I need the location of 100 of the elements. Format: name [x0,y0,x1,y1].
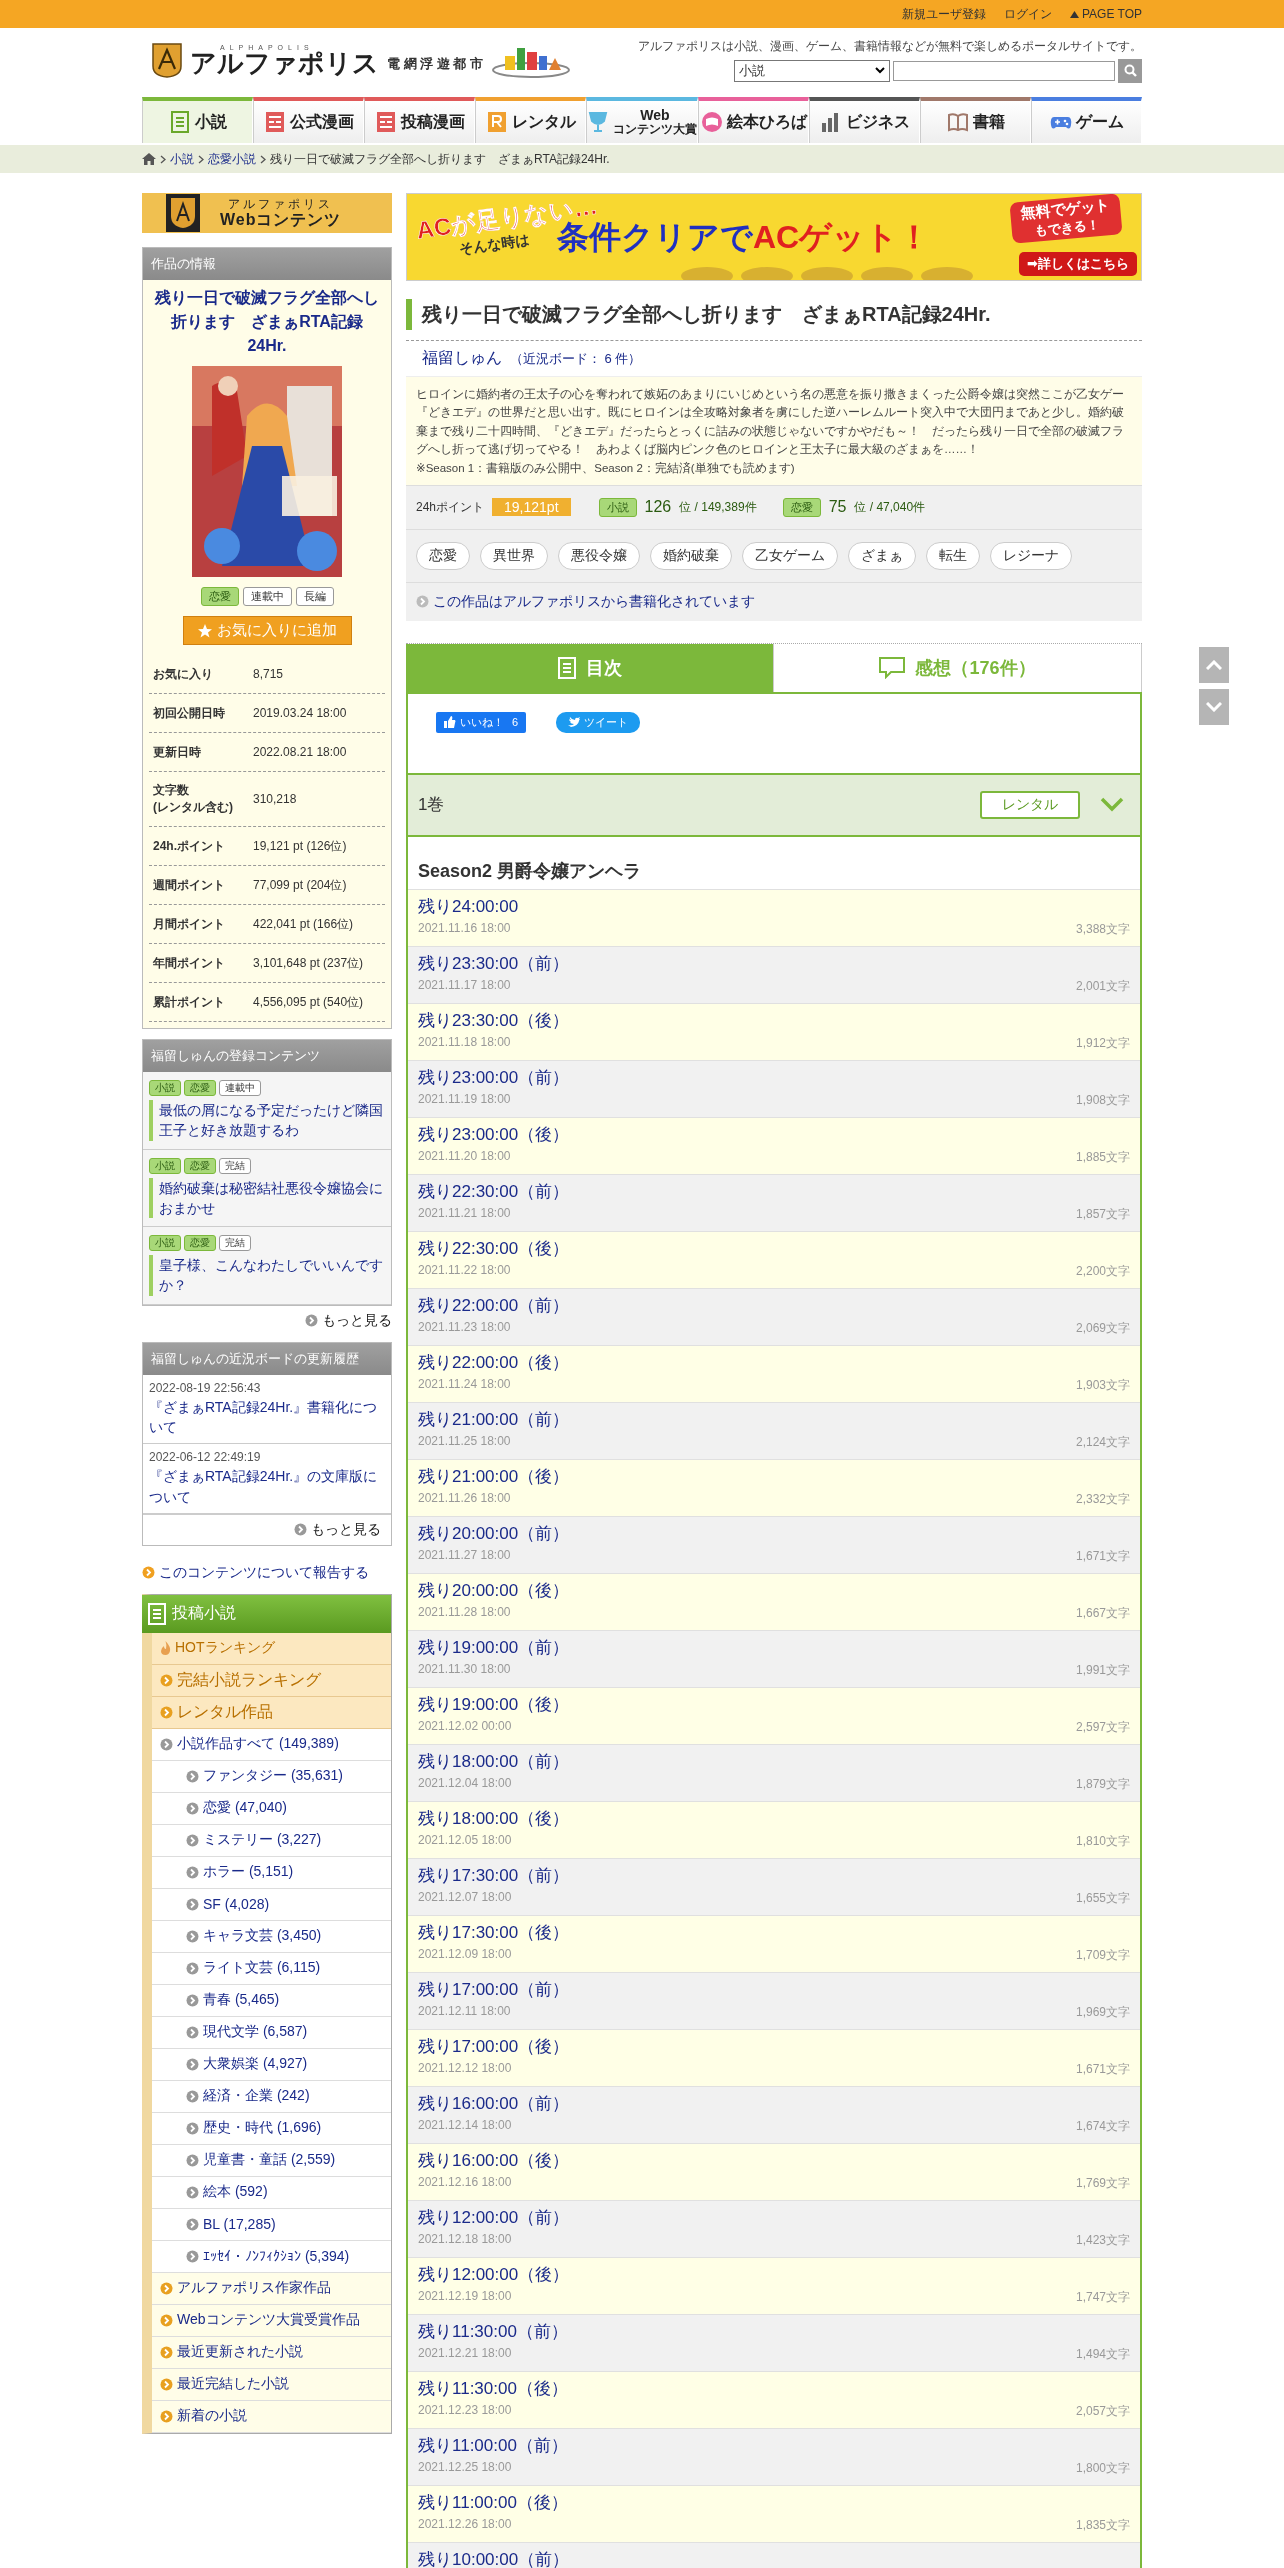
chevron-right-icon [198,154,204,164]
board-link[interactable]: （近況ボード： 6 件） [510,350,642,368]
episode-link[interactable]: 残り11:30:00（後） [418,2377,1130,2401]
genre-tag[interactable]: 乙女ゲーム [742,541,838,570]
episode-link[interactable]: 残り22:30:00（前） [418,1180,1130,1204]
section-heading: Season2 男爵令嬢アンヘラ [417,859,643,883]
episode-link[interactable]: 残り17:30:00（後） [418,1921,1130,1945]
nav-tab[interactable]: 小説 [142,97,253,143]
rental-button[interactable]: レンタル [980,790,1080,819]
stat-label: お気に入り [153,665,214,683]
genre-tag[interactable]: 悪役令嬢 [558,541,640,570]
episode-link[interactable]: 残り16:00:00（後） [418,2149,1130,2173]
search-button[interactable] [1118,58,1142,83]
character-count: 1,494文字 [1075,2346,1130,2364]
rank-number: 75 [828,498,847,517]
work-link[interactable]: 最低の屑になる予定だったけど隣国王子と好き放題するわ [149,1100,385,1141]
scroll-up-button[interactable] [1199,647,1229,683]
episode-link[interactable]: 残り12:00:00（後） [418,2263,1130,2287]
work-title: 残り一日で破滅フラグ全部へし折ります ざまぁRTA記録24Hr. [406,299,1142,330]
episode-link[interactable]: 残り17:30:00（前） [418,1864,1130,1888]
top-link[interactable]: 新規ユーザ登録 [901,5,986,23]
episode-link[interactable]: 残り11:30:00（前） [418,2320,1130,2344]
genre-tag[interactable]: レジーナ [990,541,1072,570]
search-field[interactable] [893,60,1115,81]
episode-link[interactable]: 残り22:30:00（後） [418,1237,1130,1261]
episode-link[interactable]: 残り17:00:00（前） [418,1978,1130,2002]
description-note: ※Season 1：書籍版のみ公開中、Season 2：完結済(単独でも読めます) [416,460,796,476]
report-link[interactable]: このコンテンツについて報告する [142,1563,392,1582]
more-link[interactable]: もっと見る [294,1520,381,1539]
episode-link[interactable]: 残り19:00:00（前） [418,1636,1130,1660]
episode-link[interactable]: 残り12:00:00（前） [418,2206,1130,2230]
nav-tab[interactable]: レンタル [475,97,586,143]
episode-link[interactable]: 残り21:00:00（後） [418,1465,1130,1489]
episode-link[interactable]: 残り18:00:00（前） [418,1750,1130,1774]
episode-link[interactable]: 残り23:00:00（前） [418,1066,1130,1090]
episode-link[interactable]: 残り19:00:00（後） [418,1693,1130,1717]
nav-tab[interactable]: 書籍 [920,97,1031,143]
breadcrumb-link[interactable]: 小説 [170,150,194,168]
menu-item[interactable]: 最近更新された小説 [152,2336,391,2369]
post-time: 2022-08-19 22:56:43 [149,1380,262,1395]
character-count: 3,388文字 [1075,921,1130,939]
genre-tag[interactable]: 婚約破棄 [650,541,732,570]
site-logo[interactable]: アルファポリス [190,50,379,77]
more-link[interactable]: もっと見る [305,1311,392,1330]
work-link[interactable]: 皇子様、こんなわたしでいいんですか？ [149,1255,385,1296]
nav-tab[interactable]: ビジネス [809,97,920,143]
panel-heading: 福留しゅんの近況ボードの更新履歴 [143,1342,391,1375]
genre-tag[interactable]: 異世界 [480,541,548,570]
episode-link[interactable]: 残り11:00:00（後） [418,2491,1130,2515]
scroll-down-button[interactable] [1199,689,1229,725]
description-text: ヒロインに婚約者の王太子の心を奪われて嫉妬のあまりにいじめという名の悪意を振り撒きまくった公爵令嬢は突然ここが乙女ゲー『どきエデ』の世界だと思い出す。既にヒロインは全攻略対象者を虜にした逆ハーレムルート突入中で大団円まであと少し。婚約破棄まで残り二十四時間、『どきエデ』だったらとっくに詰みの状態じゃないですかやだも～！ だったら残り一日で全部の破滅フラグへし折って逃げ切ってやる！ あわよくば脳内ピンク色のヒロインと王太子に最大級のざまぁを……！ [416,387,1125,458]
nav-tab[interactable]: 公式漫画 [253,97,364,143]
volume-header[interactable]: 1巻 レンタル [408,772,1140,837]
episode-link[interactable]: 残り21:00:00（前） [418,1408,1130,1432]
post-link[interactable]: 『ざまぁRTA記録24Hr.』書籍化について [149,1396,385,1438]
episode-link[interactable]: 残り20:00:00（前） [418,1522,1130,1546]
breadcrumb-link[interactable]: 恋愛小説 [208,150,256,168]
episode-link[interactable]: 残り22:00:00（前） [418,1294,1130,1318]
episode-link[interactable]: 残り20:00:00（後） [418,1579,1130,1603]
episode-link[interactable]: 残り23:00:00（後） [418,1123,1130,1147]
menu-item[interactable]: 新着の小説 [152,2400,391,2433]
stat-label: 初回公開日時 [153,704,226,722]
work-link[interactable]: 婚約破棄は秘密結社悪役令嬢協会におまかせ [149,1177,385,1219]
banner-button[interactable]: ➡詳しくはこちら [1019,252,1137,276]
page-top-link[interactable]: PAGE TOP [1069,7,1142,21]
menu-item[interactable]: 最近完結した小説 [152,2368,391,2401]
genre-tag[interactable]: 恋愛 [416,541,470,570]
episode-link[interactable]: 残り16:00:00（前） [418,2092,1130,2116]
episode-date: 2021.12.21 18:00 [418,2346,512,2363]
work-title-link[interactable]: 残り一日で破滅フラグ全部へし折ります ざまぁRTA記録24Hr. [143,280,391,366]
ad-banner[interactable]: ACが足りない… そんな時は 条件クリアでACゲット！ 無料でゲット もできる！ ➡詳しくはこちら [406,193,1142,281]
arrow-circle-icon [186,1929,199,1943]
tag-label: 連載中 [219,1080,261,1096]
menu-item[interactable]: Webコンテンツ大賞受賞作品 [152,2304,391,2337]
nav-tab[interactable]: 絵本ひろば [698,97,809,143]
nav-tab[interactable]: ゲーム [1031,97,1142,143]
nav-tab[interactable]: Web コンテンツ大賞 [586,97,698,143]
post-link[interactable]: 『ざまぁRTA記録24Hr.』の文庫版について [149,1466,385,1507]
episode-link[interactable]: 残り22:00:00（後） [418,1351,1130,1375]
character-count: 1,912文字 [1075,1035,1130,1053]
arrow-circle-icon [186,2025,199,2039]
arrow-circle-icon [160,1705,173,1719]
menu-item[interactable]: アルファポリス作家作品 [152,2272,391,2305]
episode-link[interactable]: 残り24:00:00 [418,895,1130,919]
episode-link[interactable]: 残り23:30:00（後） [418,1009,1130,1033]
genre-tag[interactable]: ざまぁ [848,541,916,570]
episode-link[interactable]: 残り18:00:00（後） [418,1807,1130,1831]
nav-tab[interactable]: 投稿漫画 [364,97,475,143]
like-button[interactable]: いいね！ 6 [436,711,527,733]
episode-link[interactable]: 残り23:30:00（前） [418,952,1130,976]
episode-link[interactable]: 残り17:00:00（後） [418,2035,1130,2059]
web-contents-banner[interactable]: アルファポリス Webコンテンツ [142,193,392,233]
character-count: 1,885文字 [1075,1149,1130,1167]
category-select[interactable]: 小説 [734,59,890,82]
arrow-circle-icon [160,2313,173,2327]
genre-tag[interactable]: 転生 [926,541,980,570]
top-link[interactable]: ログイン [1003,5,1052,23]
episode-link[interactable]: 残り11:00:00（前） [418,2434,1130,2458]
menu-heading: 投稿小説 [142,1594,391,1633]
author-link[interactable]: 福留しゅん [422,348,502,369]
